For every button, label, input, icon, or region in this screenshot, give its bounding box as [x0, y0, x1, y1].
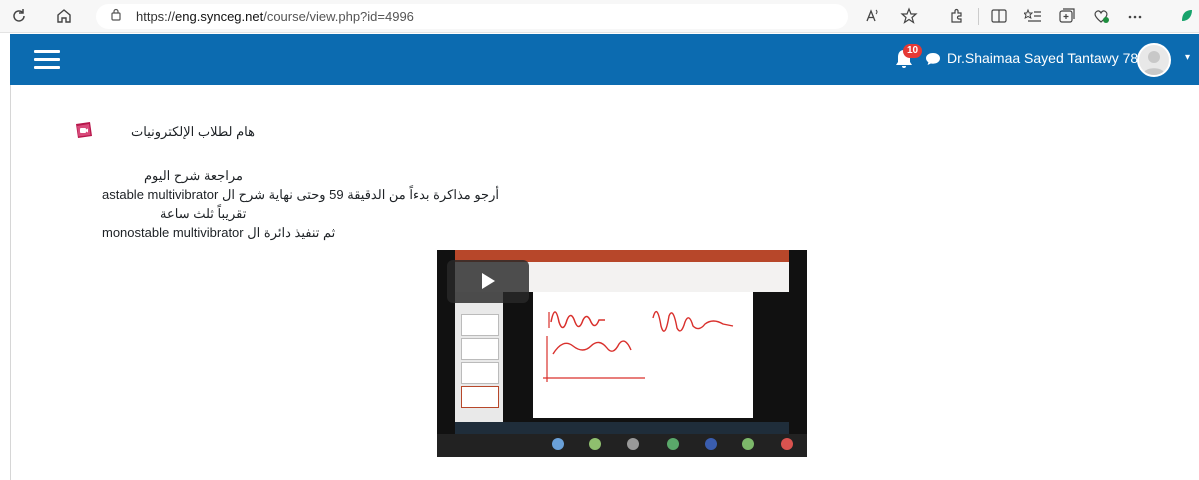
video-frame-slide [533, 292, 753, 418]
collections-icon[interactable] [1058, 7, 1076, 25]
hamburger-line [34, 50, 60, 53]
video-frame-drawing [543, 310, 734, 382]
activity-title: هام لطلاب الإلكترونيات [131, 124, 255, 139]
notification-count-badge: 10 [903, 44, 922, 58]
messages-chat-icon[interactable] [925, 52, 941, 66]
extensions-icon[interactable] [948, 7, 966, 25]
video-file-icon [76, 122, 92, 138]
play-button[interactable] [447, 260, 529, 303]
toolbar-divider [978, 8, 979, 25]
url-text: https://eng.synceg.net/course/view.php?i… [136, 9, 414, 24]
user-name[interactable]: Dr.Shaimaa Sayed Tantawy 78 . [947, 50, 1146, 66]
video-frame-thumbnail [461, 386, 499, 408]
description-line: مراجعة شرح اليوم [144, 168, 243, 183]
chevron-down-icon[interactable]: ▾ [1185, 52, 1190, 63]
video-frame-participant [589, 438, 601, 450]
description-line: ثم تنفيذ دائرة ال monostable multivibrat… [102, 225, 336, 240]
url-protocol: https:// [136, 9, 176, 24]
user-avatar[interactable] [1137, 43, 1171, 77]
video-frame-thumbnail [461, 362, 499, 384]
default-user-icon [1143, 51, 1165, 75]
video-frame-thumbnail [461, 314, 499, 336]
embedded-video-player[interactable] [437, 250, 807, 457]
video-frame-participant [667, 438, 679, 450]
video-frame-participant [552, 438, 564, 450]
refresh-icon[interactable] [10, 7, 28, 25]
more-options-icon[interactable] [1126, 7, 1144, 25]
read-aloud-icon[interactable] [864, 7, 882, 25]
browser-toolbar: https://eng.synceg.net/course/view.php?i… [0, 0, 1199, 33]
description-line: أرجو مذاكرة بدءاً من الدقيقة 59 وحتى نها… [102, 187, 499, 202]
favorites-list-icon[interactable] [1022, 7, 1042, 25]
address-bar[interactable]: https://eng.synceg.net/course/view.php?i… [96, 4, 848, 29]
url-path: /course/view.php?id=4996 [263, 9, 414, 24]
home-icon[interactable] [55, 7, 73, 25]
video-frame-participant [705, 438, 717, 450]
favorite-star-icon[interactable] [900, 7, 918, 25]
lock-icon [111, 8, 121, 21]
video-frame-participant [742, 438, 754, 450]
hamburger-line [34, 66, 60, 69]
menu-toggle-button[interactable] [34, 50, 60, 70]
play-icon [482, 273, 495, 289]
browser-essentials-icon[interactable] [1092, 7, 1110, 25]
description-line: تقريباً ثلث ساعة [160, 206, 247, 221]
split-screen-icon[interactable] [990, 7, 1008, 25]
video-frame-taskbar [455, 422, 789, 434]
content-region-border [10, 85, 11, 480]
video-frame-thumbnail [461, 338, 499, 360]
activity-description: مراجعة شرح اليوم أرجو مذاكرة بدءاً من ال… [102, 166, 499, 242]
video-frame-participant [781, 438, 793, 450]
copilot-icon[interactable] [1178, 7, 1196, 25]
video-frame-participant [627, 438, 639, 450]
hamburger-line [34, 58, 60, 61]
url-host: eng.synceg.net [175, 9, 264, 24]
